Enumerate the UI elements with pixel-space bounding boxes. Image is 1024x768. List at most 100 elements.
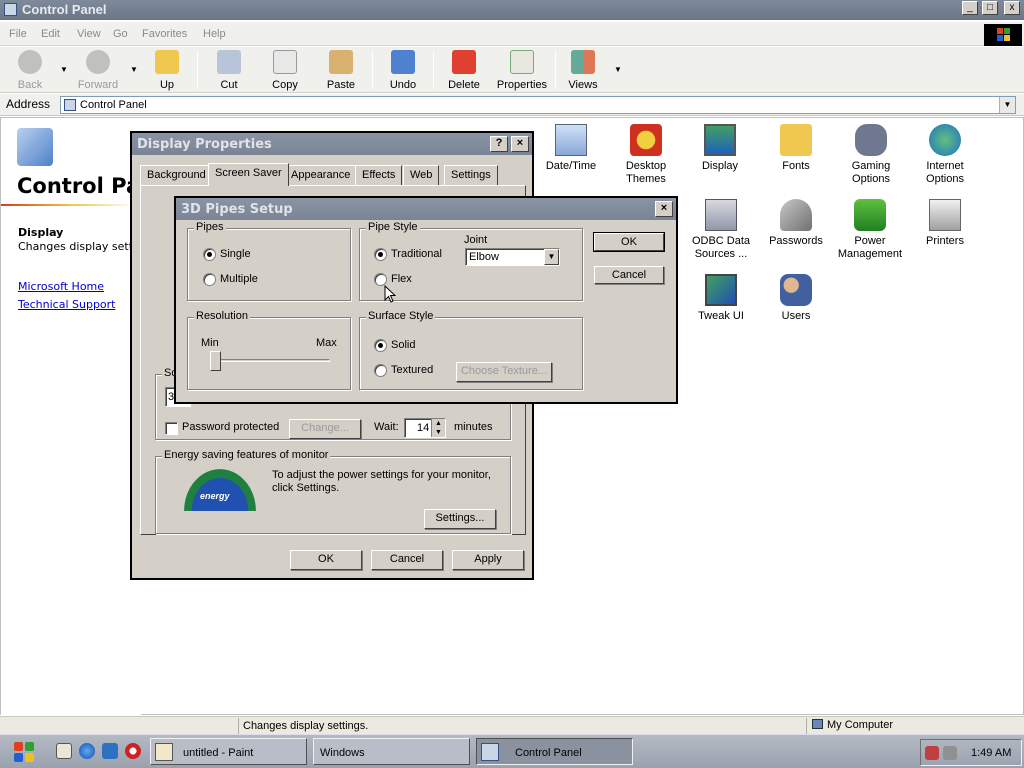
start-logo-icon (25, 753, 34, 762)
menu-view[interactable]: View (77, 28, 101, 40)
toolbar-separator (372, 51, 373, 89)
dialog-apply-button[interactable]: Apply (452, 550, 524, 570)
cp-item-display[interactable]: Display (682, 124, 758, 173)
cp-item-label: Desktop Themes (625, 160, 667, 185)
dialog-titlebar: Display Properties ? × (132, 133, 532, 155)
menu-go[interactable]: Go (113, 28, 128, 40)
address-bar: Address Control Panel ▼ (0, 94, 1024, 116)
wait-minutes-spinner[interactable]: 14 ▲ ▼ (404, 418, 446, 438)
cp-item-power-management[interactable]: Power Management (832, 199, 908, 261)
cp-item-desktop-themes[interactable]: Desktop Themes (608, 124, 684, 186)
internet-explorer-icon[interactable] (79, 743, 95, 759)
forward-dropdown-icon[interactable]: ▼ (130, 65, 138, 74)
undo-button[interactable]: Undo (375, 50, 431, 92)
copy-button[interactable]: Copy (257, 50, 313, 92)
back-dropdown-icon[interactable]: ▼ (60, 65, 68, 74)
power-icon (854, 199, 886, 231)
dialog-close-button[interactable]: × (511, 136, 529, 152)
traditional-radio[interactable] (374, 248, 387, 261)
password-protected-checkbox[interactable] (165, 422, 178, 435)
cp-item-date-time[interactable]: Date/Time (533, 124, 609, 173)
calendar-clock-icon (555, 124, 587, 156)
task-control-panel[interactable]: Control Panel (476, 738, 633, 765)
cp-item-passwords[interactable]: Passwords (758, 199, 834, 248)
traditional-label: Traditional (391, 248, 442, 260)
joint-select[interactable]: Elbow ▼ (465, 248, 560, 266)
spinner-arrows-icon[interactable]: ▲ ▼ (431, 419, 445, 437)
task-label: Control Panel (515, 747, 582, 759)
outlook-icon[interactable] (102, 743, 118, 759)
textured-radio[interactable] (374, 364, 387, 377)
resolution-slider-thumb[interactable] (210, 351, 221, 371)
change-password-button[interactable]: Change... (289, 419, 361, 439)
properties-button[interactable]: Properties (493, 50, 551, 92)
cp-item-odbc[interactable]: ODBC Data Sources ... (683, 199, 759, 261)
menu-bar: File Edit View Go Favorites Help (0, 22, 1024, 46)
forward-button[interactable]: Forward (70, 50, 126, 92)
address-value: Control Panel (80, 99, 147, 111)
task-windows[interactable]: Windows (313, 738, 470, 765)
monitor-settings-button[interactable]: Settings... (424, 509, 496, 529)
show-desktop-icon[interactable] (56, 743, 72, 759)
paint-icon (155, 743, 173, 761)
pipes-ok-button[interactable]: OK (593, 232, 665, 252)
single-radio[interactable] (203, 248, 216, 261)
microsoft-home-link[interactable]: Microsoft Home (18, 280, 104, 293)
flex-label: Flex (391, 273, 412, 285)
views-button[interactable]: Views (555, 50, 611, 92)
address-label: Address (6, 97, 51, 111)
up-folder-icon (155, 50, 179, 74)
dialog-close-button[interactable]: × (655, 201, 673, 217)
start-button[interactable] (4, 738, 44, 766)
cp-item-users[interactable]: Users (758, 274, 834, 323)
menu-help[interactable]: Help (203, 28, 226, 40)
opera-icon[interactable] (125, 743, 141, 759)
cut-button[interactable]: Cut (201, 50, 257, 92)
dialog-cancel-button[interactable]: Cancel (371, 550, 443, 570)
close-button[interactable]: x (1004, 1, 1020, 15)
solid-radio[interactable] (374, 339, 387, 352)
task-paint[interactable]: untitled - Paint (150, 738, 307, 765)
cp-item-internet-options[interactable]: Internet Options (907, 124, 983, 186)
minimize-button[interactable]: _ (962, 1, 978, 15)
address-dropdown-icon[interactable]: ▼ (999, 97, 1015, 113)
cp-item-gaming-options[interactable]: Gaming Options (833, 124, 909, 186)
menu-favorites[interactable]: Favorites (142, 28, 187, 40)
volume-tray-icon[interactable] (943, 746, 957, 760)
start-logo-icon (14, 753, 23, 762)
clock[interactable]: 1:49 AM (971, 747, 1011, 759)
cp-item-tweak-ui[interactable]: Tweak UI (683, 274, 759, 323)
dialog-ok-button[interactable]: OK (290, 550, 362, 570)
network-tray-icon[interactable] (925, 746, 939, 760)
tab-web[interactable]: Web (403, 165, 440, 185)
tab-settings[interactable]: Settings (444, 165, 498, 185)
technical-support-link[interactable]: Technical Support (18, 298, 116, 311)
up-button[interactable]: Up (139, 50, 195, 92)
tab-background[interactable]: Background (140, 165, 213, 185)
tab-effects[interactable]: Effects (355, 165, 403, 185)
cp-item-printers[interactable]: Printers (907, 199, 983, 248)
menu-file[interactable]: File (9, 28, 27, 40)
tab-appearance[interactable]: Appearance (284, 165, 358, 185)
paste-button[interactable]: Paste (313, 50, 369, 92)
status-divider (238, 718, 239, 734)
menu-edit[interactable]: Edit (41, 28, 60, 40)
back-button[interactable]: Back (2, 50, 58, 92)
energy-description: To adjust the power settings for your mo… (272, 469, 491, 494)
windows-logo-icon (984, 24, 1022, 46)
help-button[interactable]: ? (490, 136, 508, 152)
tab-screen-saver[interactable]: Screen Saver (208, 163, 289, 186)
cp-item-label: Gaming Options (851, 160, 891, 185)
control-panel-icon (481, 743, 499, 761)
choose-texture-button[interactable]: Choose Texture... (456, 362, 552, 382)
chevron-down-icon[interactable]: ▼ (544, 249, 559, 265)
pipes-cancel-button[interactable]: Cancel (594, 266, 664, 284)
address-input[interactable]: Control Panel ▼ (60, 96, 1016, 114)
views-dropdown-icon[interactable]: ▼ (614, 65, 622, 74)
multiple-radio[interactable] (203, 273, 216, 286)
cp-item-fonts[interactable]: Fonts (758, 124, 834, 173)
up-label: Up (159, 79, 175, 91)
joint-label: Joint (464, 234, 488, 246)
maximize-button[interactable]: □ (982, 1, 998, 15)
delete-button[interactable]: Delete (436, 50, 492, 92)
